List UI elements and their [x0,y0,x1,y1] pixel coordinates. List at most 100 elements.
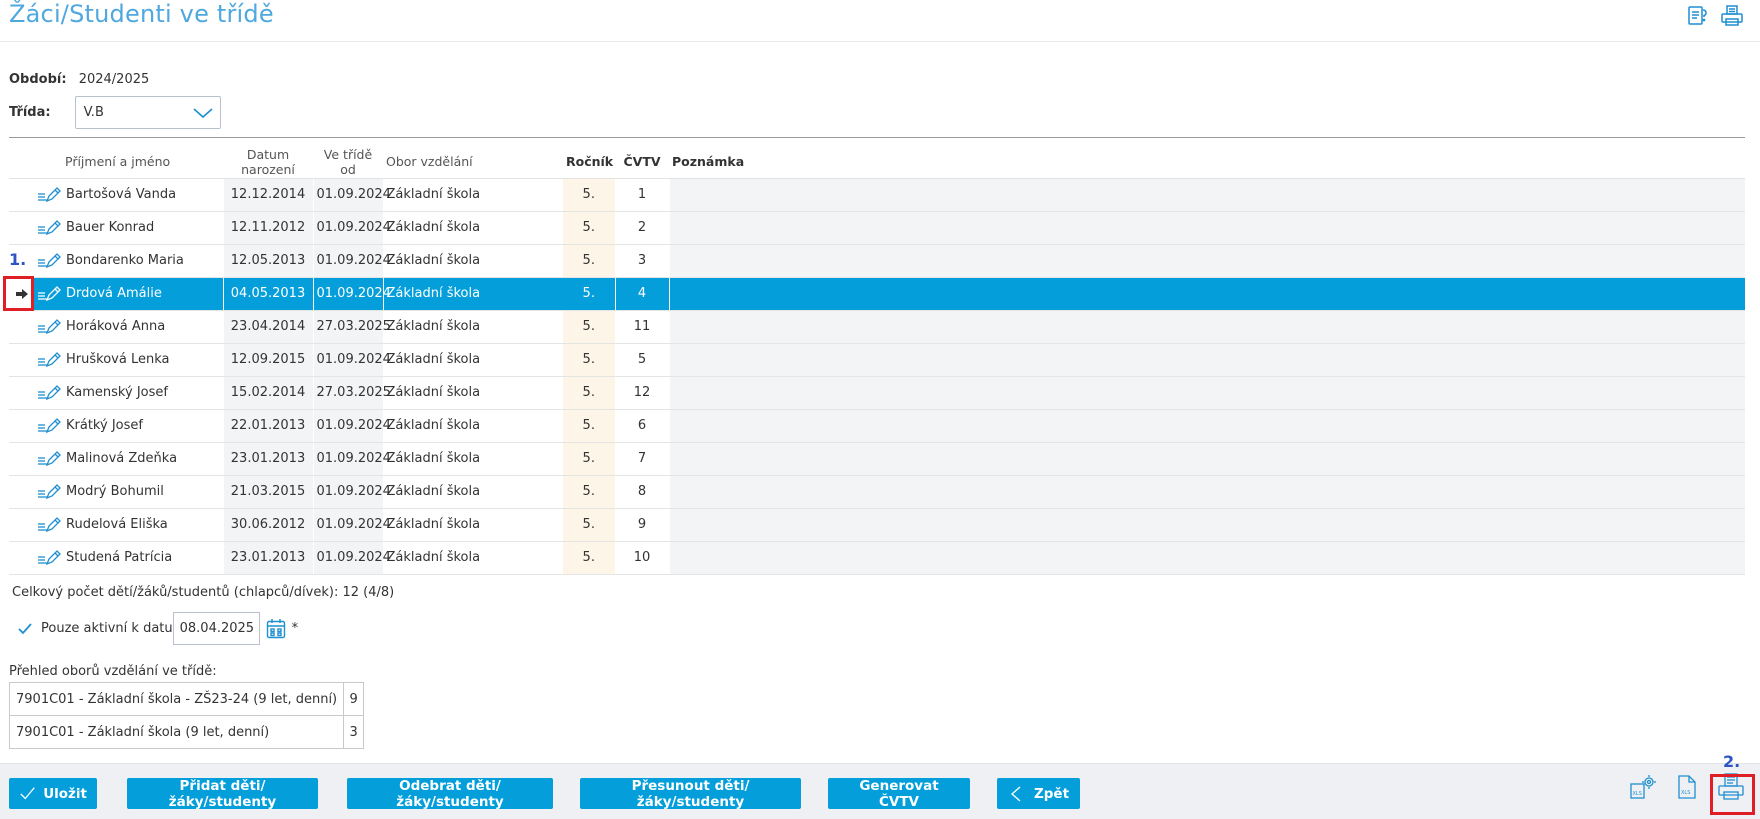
col-header-note[interactable]: Poznámka [669,146,1745,179]
col-header-field[interactable]: Obor vzdělání [383,146,563,179]
edit-icon[interactable] [37,318,61,336]
cell-name: Bartošová Vanda [62,178,223,212]
cell-birth: 15.02.2014 [222,376,313,410]
row-edit[interactable] [34,475,62,509]
table-row[interactable]: Bauer Konrad 12.11.2012 01.09.2024 Základní… [9,211,1745,245]
row-edit[interactable] [34,508,62,542]
table-row[interactable]: Studená Patrícia 23.01.2013 01.09.2024 Zákl… [9,541,1745,575]
row-edit[interactable] [34,277,62,311]
cell-birth: 22.01.2013 [222,409,313,443]
cell-since: 01.09.2024 [312,508,391,542]
cell-since: 01.09.2024 [312,178,391,212]
table-row[interactable]: Hrušková Lenka 12.09.2015 01.09.2024 Základ… [9,343,1745,377]
edit-icon[interactable] [37,417,61,435]
checkmark-icon[interactable] [17,622,33,636]
cell-cvtv: 3 [614,244,669,278]
move-students-button[interactable]: Přesunout děti/žáky/studenty [580,778,801,810]
cell-birth: 23.01.2013 [222,442,313,476]
row-edit[interactable] [34,541,62,575]
edit-icon[interactable] [37,483,61,501]
xls-settings-icon[interactable]: XLS [1628,772,1658,802]
row-edit[interactable] [34,409,62,443]
total-count: Celkový počet dětí/žáků/studentů (chlapc… [12,585,395,600]
overview-count: 9 [343,682,365,716]
table-row[interactable]: Rudelová Eliška 30.06.2012 01.09.2024 Zákla… [9,508,1745,542]
add-students-button[interactable]: Přidat děti/žáky/studenty [127,778,318,810]
edit-icon[interactable] [37,285,61,303]
help-doc-icon[interactable] [1686,4,1710,28]
chevron-down-icon[interactable] [192,104,214,122]
period-row: Období: 2024/2025 [9,72,149,87]
active-filter: Pouze aktivní k datu 08.04.2025 * [17,612,298,645]
callout-2-number: 2. [1723,752,1741,771]
row-edit[interactable] [34,442,62,476]
students-table: Příjmení a jméno Datum narození Ve třídě… [9,146,1745,575]
cell-grade: 5. [563,277,615,311]
cell-cvtv: 2 [614,211,669,245]
class-row: Třída: V.B [9,96,221,129]
col-header-cvtv[interactable]: ČVTV [615,146,669,179]
col-header-name[interactable]: Příjmení a jméno [62,146,223,179]
table-row[interactable]: Malinová Zdeňka 23.01.2013 01.09.2024 Zákla… [9,442,1745,476]
remove-students-button[interactable]: Odebrat děti/žáky/studenty [347,778,553,810]
table-row[interactable]: Bartošová Vanda 12.12.2014 01.09.2024 Zákla… [9,178,1745,212]
cell-name: Horáková Anna [62,310,223,344]
cell-field: Základní škola [382,541,563,575]
save-button[interactable]: Uložit [9,778,97,809]
col-header-grade[interactable]: Ročník [563,146,615,179]
row-edit[interactable] [34,343,62,377]
cell-note [668,244,1745,278]
cell-grade: 5. [563,508,615,542]
table-row[interactable]: Kamenský Josef 15.02.2014 27.03.2025 Základ… [9,376,1745,410]
generate-cvtv-button[interactable]: Generovat ČVTV [828,778,970,810]
row-edit[interactable] [34,244,62,278]
edit-icon[interactable] [37,549,61,567]
period-label: Období: [9,72,67,87]
edit-icon[interactable] [37,351,61,369]
cell-field: Základní škola [382,244,563,278]
cell-since: 01.09.2024 [312,211,391,245]
xls-export-icon[interactable]: XLS [1672,772,1702,802]
period-value: 2024/2025 [78,72,150,87]
col-header-since[interactable]: Ve třídě od [313,146,383,179]
cell-field: Základní škola [382,343,563,377]
edit-icon[interactable] [37,219,61,237]
print-list-icon[interactable] [1716,772,1746,802]
cell-birth: 04.05.2013 [222,277,313,311]
table-row[interactable]: Drdová Amálie 04.05.2013 01.09.2024 Základn… [9,277,1745,311]
cell-cvtv: 1 [614,178,669,212]
cell-field: Základní škola [382,376,563,410]
edit-icon[interactable] [37,516,61,534]
active-date-input[interactable]: 08.04.2025 [172,612,260,645]
back-button[interactable]: Zpět [997,778,1080,809]
cell-note [668,409,1745,443]
overview-row: 7901C01 - Základní škola (9 let, denní) … [8,715,365,749]
table-row[interactable]: Krátký Josef 22.01.2013 01.09.2024 Základní… [9,409,1745,443]
cell-cvtv: 12 [614,376,669,410]
calendar-icon[interactable] [266,618,286,640]
row-edit[interactable] [34,376,62,410]
row-edit[interactable] [34,310,62,344]
table-row[interactable]: Bondarenko Maria 12.05.2013 01.09.2024 Zákl… [9,244,1745,278]
print-icon[interactable] [1720,4,1744,28]
table-row[interactable]: Horáková Anna 23.04.2014 27.03.2025 Základn… [9,310,1745,344]
class-select[interactable]: V.B [74,96,221,129]
cell-grade: 5. [563,376,615,410]
row-edit[interactable] [34,178,62,212]
edit-icon[interactable] [37,384,61,402]
cell-since: 01.09.2024 [312,541,391,575]
cell-field: Základní škola [382,475,563,509]
active-label[interactable]: Pouze aktivní k datu [41,621,173,636]
edit-icon[interactable] [37,252,61,270]
edit-icon[interactable] [37,450,61,468]
row-marker [9,343,34,377]
row-marker [9,442,34,476]
table-row[interactable]: Modrý Bohumil 21.03.2015 01.09.2024 Základn… [9,475,1745,509]
edit-icon[interactable] [37,186,61,204]
row-edit[interactable] [34,211,62,245]
cell-note [668,541,1745,575]
cell-note [668,376,1745,410]
col-header-birth[interactable]: Datum narození [223,146,313,179]
cell-field: Základní škola [382,310,563,344]
back-button-label: Zpět [1033,785,1070,802]
